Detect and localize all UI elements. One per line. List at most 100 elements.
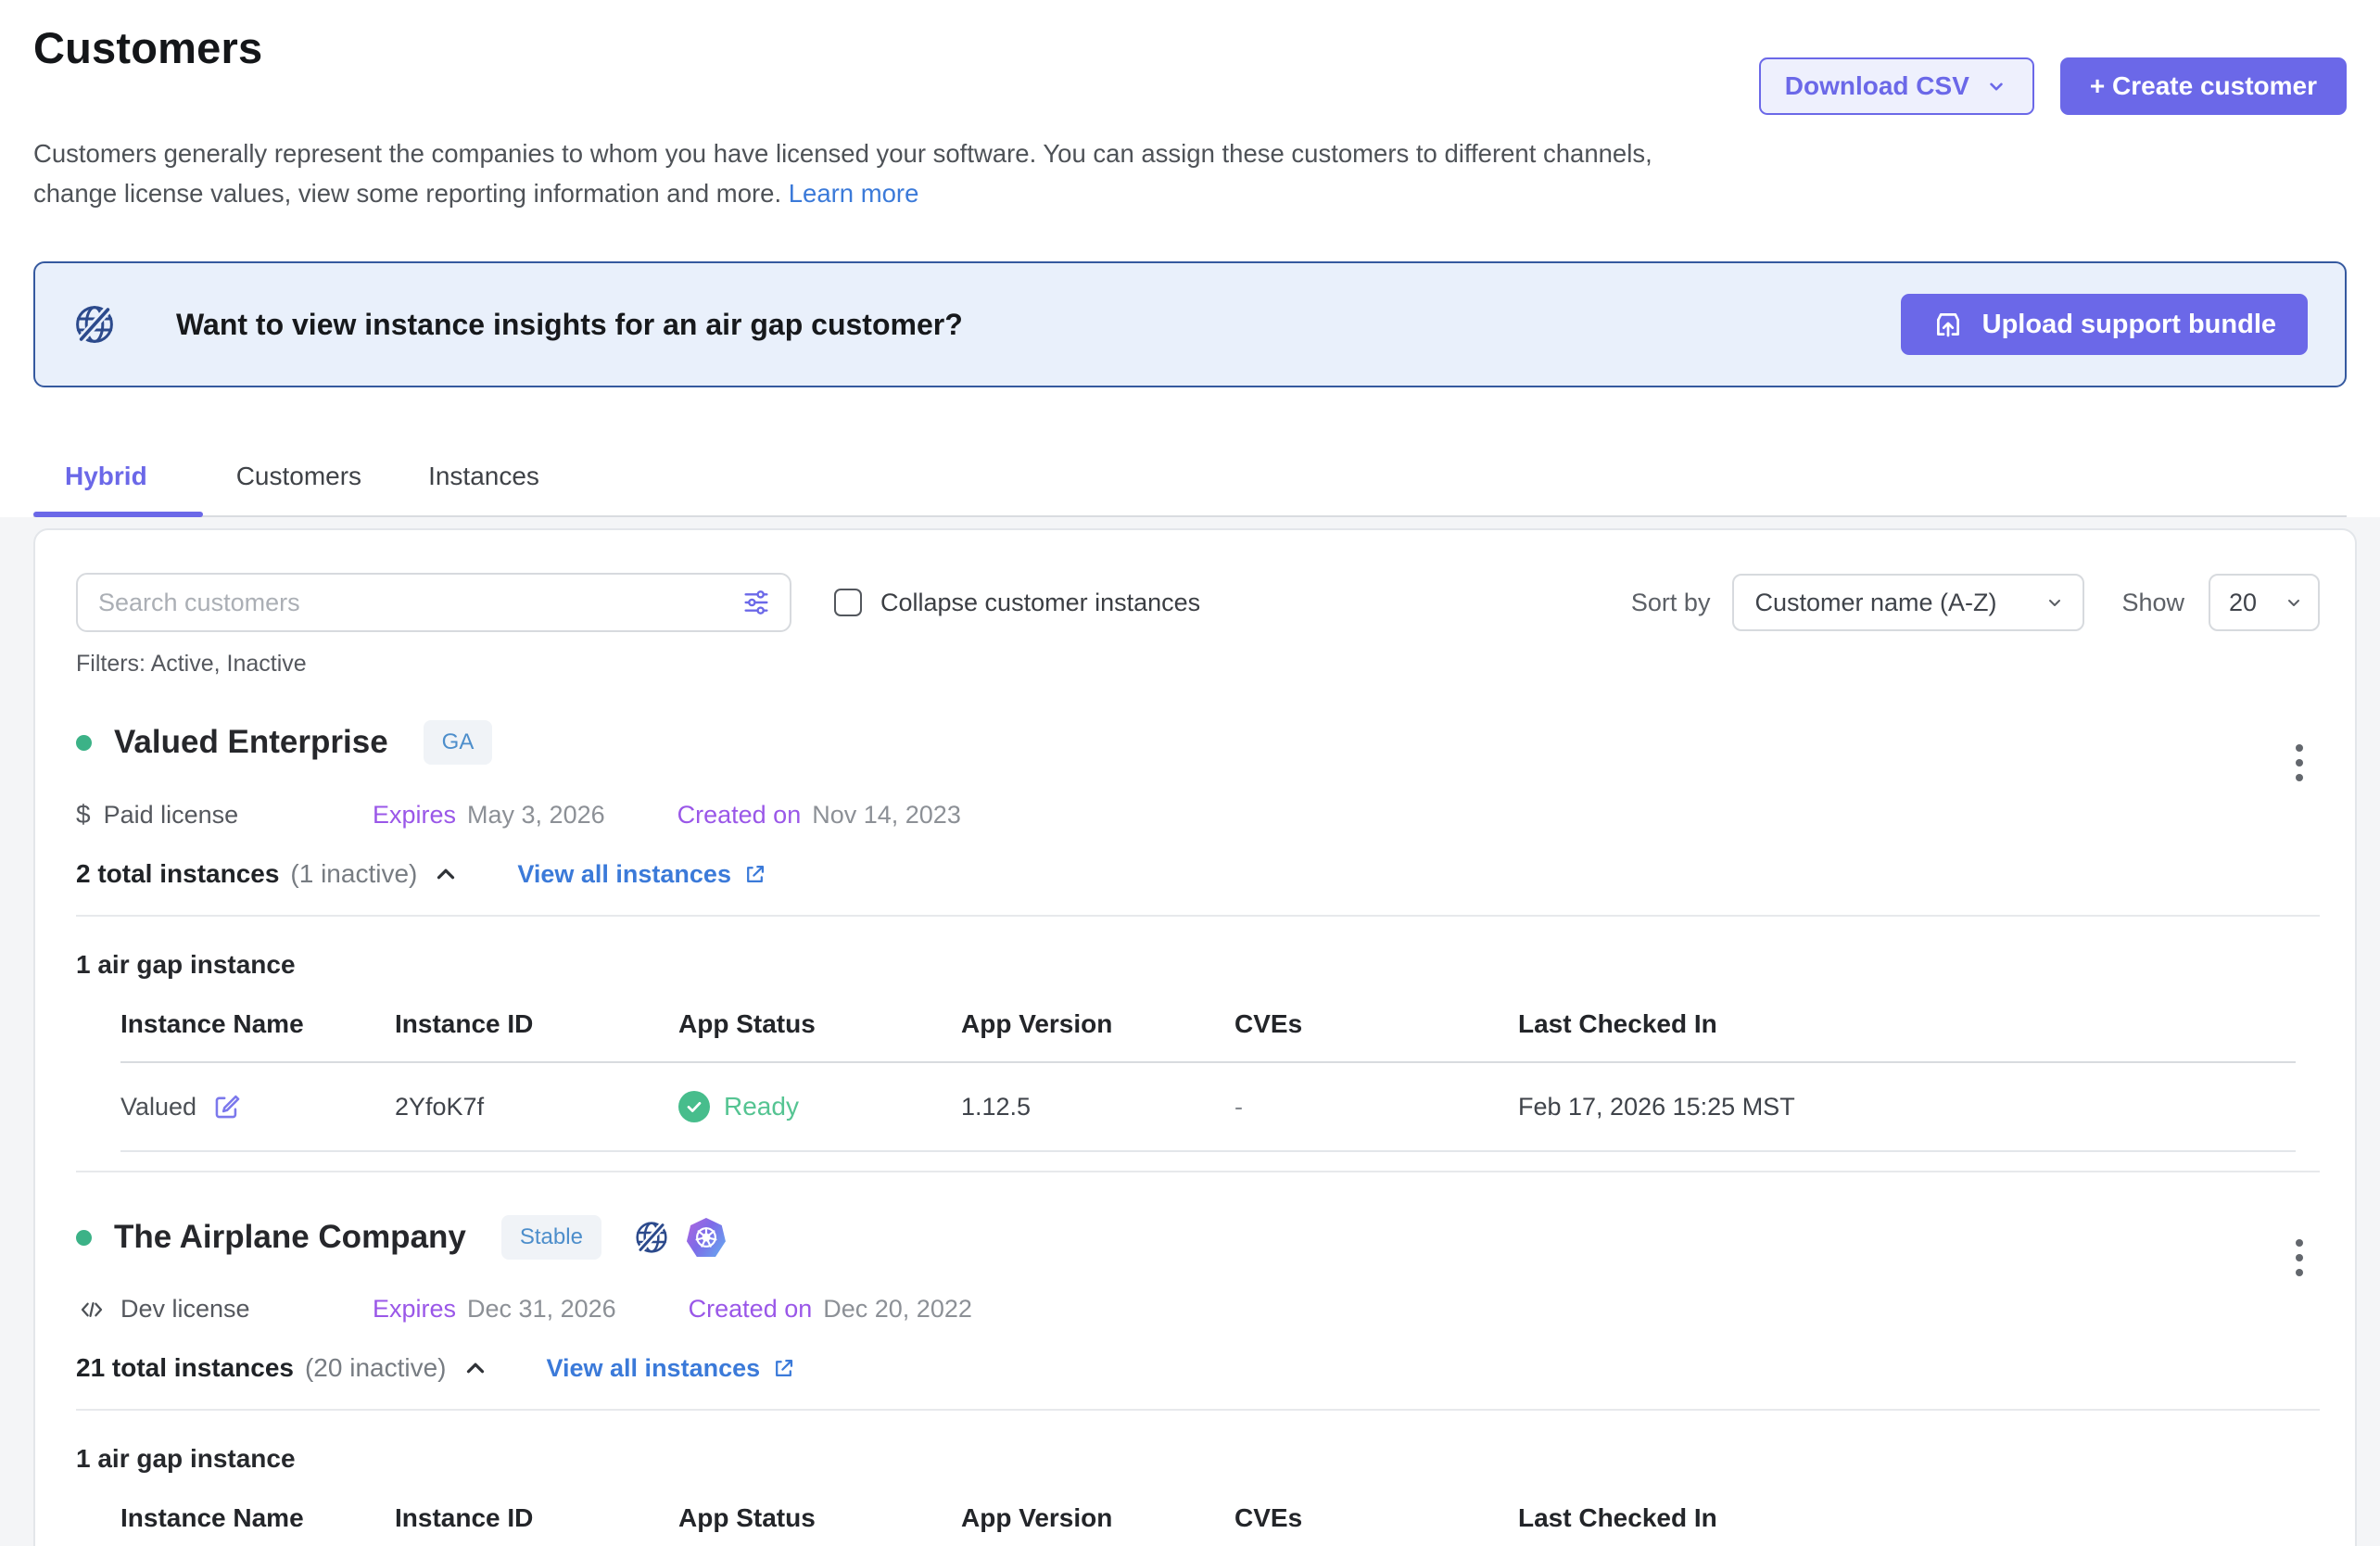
view-all-instances-label: View all instances	[547, 1354, 761, 1383]
col-instance-name: Instance Name	[120, 1009, 395, 1039]
customer-menu-button[interactable]	[2288, 737, 2310, 789]
airgap-globe-icon	[633, 1219, 670, 1256]
customer-divider	[76, 1171, 2320, 1172]
kubernetes-icon	[687, 1218, 726, 1257]
expires-label: Expires	[373, 801, 456, 830]
customer-menu-button[interactable]	[2288, 1232, 2310, 1284]
active-tab-underline	[33, 512, 203, 517]
learn-more-link[interactable]: Learn more	[789, 179, 919, 208]
expires-label: Expires	[373, 1295, 456, 1324]
customer-section-valued-enterprise: Valued Enterprise GA $ Paid license Expi…	[76, 720, 2320, 1172]
col-cves: CVEs	[1234, 1503, 1518, 1533]
license-type: Paid license	[104, 801, 239, 830]
app-status: Ready	[724, 1092, 799, 1121]
show-label: Show	[2121, 589, 2184, 617]
show-value: 20	[2229, 589, 2257, 617]
col-app-status: App Status	[678, 1009, 961, 1039]
expires-value: May 3, 2026	[467, 801, 605, 830]
total-instances-text: 2 total instances	[76, 859, 279, 889]
col-app-status: App Status	[678, 1503, 961, 1533]
collapse-instances-checkbox[interactable]	[834, 589, 862, 616]
channel-badge: GA	[424, 720, 493, 765]
col-last-checked-in: Last Checked In	[1518, 1503, 2296, 1533]
tab-hybrid-label: Hybrid	[65, 462, 147, 490]
chevron-down-icon	[2283, 591, 2305, 614]
edit-icon[interactable]	[211, 1091, 243, 1122]
created-on-label: Created on	[689, 1295, 813, 1324]
collapse-section-button[interactable]	[432, 860, 460, 888]
col-instance-name: Instance Name	[120, 1503, 395, 1533]
tab-hybrid[interactable]: Hybrid	[33, 445, 203, 515]
upload-support-bundle-label: Upload support bundle	[1982, 310, 2276, 340]
content-area: Collapse customer instances Sort by Cust…	[0, 517, 2380, 1546]
page-header: Customers Download CSV + Create customer…	[0, 0, 2380, 517]
chevron-down-icon	[2044, 591, 2066, 614]
collapse-instances-label: Collapse customer instances	[880, 589, 1200, 617]
airgap-globe-icon	[72, 302, 117, 347]
section-divider	[76, 1409, 2320, 1411]
banner-title: Want to view instance insights for an ai…	[176, 308, 963, 342]
section-divider	[76, 915, 2320, 917]
paid-license-icon: $	[76, 800, 91, 830]
col-last-checked-in: Last Checked In	[1518, 1009, 2296, 1039]
show-select[interactable]: 20	[2209, 574, 2320, 631]
license-type: Dev license	[120, 1295, 250, 1324]
col-instance-id: Instance ID	[395, 1503, 678, 1533]
instance-name: Valued	[120, 1093, 196, 1121]
col-app-version: App Version	[961, 1009, 1234, 1039]
channel-badge: Stable	[501, 1215, 601, 1260]
instances-table: Instance Name Instance ID App Status App…	[120, 1503, 2296, 1546]
airgap-instance-heading: 1 air gap instance	[76, 950, 2320, 980]
customer-name[interactable]: The Airplane Company	[114, 1219, 466, 1256]
sort-by-value: Customer name (A-Z)	[1754, 589, 1996, 617]
upload-support-bundle-button[interactable]: Upload support bundle	[1901, 294, 2308, 355]
filter-sliders-icon[interactable]	[741, 588, 771, 617]
collapse-instances-checkbox-group[interactable]: Collapse customer instances	[834, 589, 1200, 617]
view-all-instances-link[interactable]: View all instances	[547, 1354, 797, 1383]
customer-status-dot	[76, 735, 92, 751]
active-filters-text: Filters: Active, Inactive	[76, 651, 2320, 678]
app-version: 1.12.5	[961, 1093, 1234, 1121]
created-on-value: Dec 20, 2022	[823, 1295, 972, 1324]
instances-table: Instance Name Instance ID App Status App…	[120, 1009, 2296, 1152]
table-row: Valued 2YfoK7f Ready 1.12.5	[120, 1063, 2296, 1152]
tab-customers[interactable]: Customers	[203, 445, 395, 515]
customer-section-airplane-company: The Airplane Company Stable	[76, 1215, 2320, 1546]
collapse-section-button[interactable]	[462, 1354, 489, 1382]
external-link-icon	[742, 862, 767, 887]
expires-value: Dec 31, 2026	[467, 1295, 616, 1324]
sort-by-select[interactable]: Customer name (A-Z)	[1732, 574, 2084, 631]
col-instance-id: Instance ID	[395, 1009, 678, 1039]
cves-value: -	[1234, 1093, 1518, 1121]
view-all-instances-label: View all instances	[517, 860, 731, 889]
page-title: Customers	[33, 22, 262, 73]
customer-status-dot	[76, 1230, 92, 1246]
chevron-up-icon	[462, 1354, 489, 1382]
airgap-instance-heading: 1 air gap instance	[76, 1444, 2320, 1474]
download-csv-label: Download CSV	[1785, 71, 1969, 101]
last-checked-in: Feb 17, 2026 15:25 MST	[1518, 1093, 2296, 1121]
customer-name[interactable]: Valued Enterprise	[114, 724, 388, 761]
toolbar: Collapse customer instances Sort by Cust…	[76, 573, 2320, 632]
upload-icon	[1932, 309, 1964, 340]
code-icon	[76, 1296, 108, 1324]
col-cves: CVEs	[1234, 1009, 1518, 1039]
sort-by-label: Sort by	[1631, 589, 1711, 617]
inactive-instances-text: (20 inactive)	[305, 1353, 447, 1383]
search-input[interactable]	[98, 589, 741, 617]
search-box	[76, 573, 791, 632]
airgap-banner: Want to view instance insights for an ai…	[33, 261, 2347, 387]
create-customer-button[interactable]: + Create customer	[2060, 57, 2347, 115]
external-link-icon	[771, 1356, 796, 1381]
col-app-version: App Version	[961, 1503, 1234, 1533]
page-description: Customers generally represent the compan…	[33, 133, 1702, 213]
download-csv-button[interactable]: Download CSV	[1759, 57, 2034, 115]
chevron-up-icon	[432, 860, 460, 888]
inactive-instances-text: (1 inactive)	[290, 859, 417, 889]
created-on-label: Created on	[677, 801, 802, 830]
tab-instances[interactable]: Instances	[395, 445, 573, 515]
check-circle-icon	[678, 1091, 710, 1122]
created-on-value: Nov 14, 2023	[812, 801, 961, 830]
view-all-instances-link[interactable]: View all instances	[517, 860, 767, 889]
tab-bar: Hybrid Customers Instances	[33, 445, 2347, 517]
